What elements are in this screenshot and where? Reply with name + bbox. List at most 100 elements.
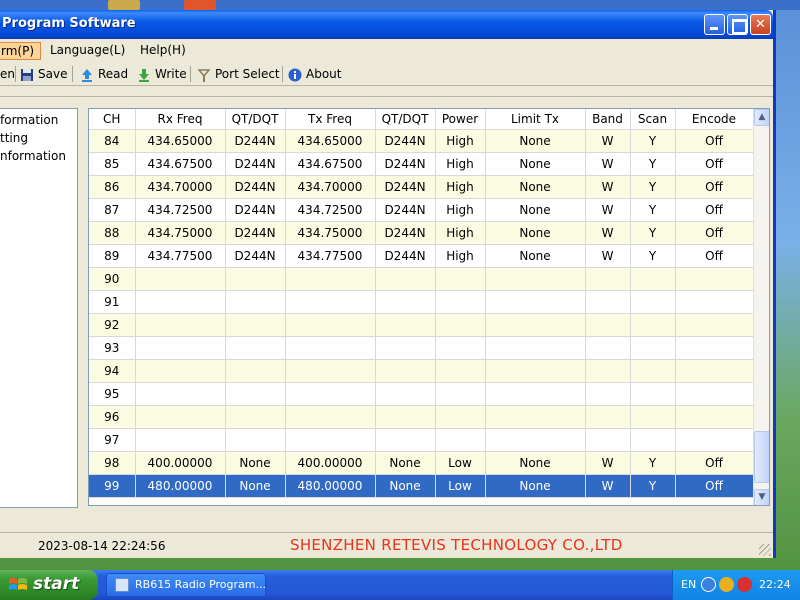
table-row[interactable]: 84 434.65000 D244N 434.65000 D244N High None W Y… [89,129,754,153]
table-cell[interactable] [435,405,486,429]
table-cell[interactable]: 434.77500 [135,244,226,268]
write-button[interactable]: Write [137,65,187,83]
table-cell[interactable] [435,382,486,406]
scroll-down-button[interactable]: ▼ [754,489,769,505]
table-cell[interactable]: W [585,175,631,199]
security-shield-icon[interactable] [719,577,734,592]
table-row[interactable]: 92 [89,313,754,337]
table-cell[interactable] [485,267,586,291]
table-row[interactable]: 96 [89,405,754,429]
table-row[interactable]: 89 434.77500 D244N 434.77500 D244N High None W Y… [89,244,754,268]
table-cell[interactable]: 434.67500 [285,152,376,176]
scroll-thumb[interactable] [754,431,769,483]
table-cell[interactable] [485,313,586,337]
table-row[interactable]: 87 434.72500 D244N 434.72500 D244N High None W Y… [89,198,754,222]
table-cell[interactable]: W [585,152,631,176]
expand-tray-icon[interactable] [701,577,716,592]
table-cell[interactable]: W [585,198,631,222]
table-cell[interactable] [225,428,286,452]
table-cell[interactable] [435,313,486,337]
table-cell[interactable] [285,359,376,383]
table-cell[interactable]: None [225,474,286,498]
table-cell[interactable]: Y [630,451,676,475]
table-cell[interactable]: W [585,474,631,498]
table-cell[interactable]: Off [675,244,754,268]
table-cell[interactable]: 96 [89,405,136,429]
table-cell[interactable]: None [485,198,586,222]
table-cell[interactable] [485,405,586,429]
table-cell[interactable] [675,382,754,406]
table-cell[interactable]: 88 [89,221,136,245]
table-cell[interactable]: 91 [89,290,136,314]
alert-shield-icon[interactable] [737,577,752,592]
column-header[interactable]: QT/DQT [375,109,436,130]
table-cell[interactable] [675,428,754,452]
table-cell[interactable]: D244N [225,244,286,268]
table-cell[interactable] [135,313,226,337]
table-row[interactable]: 88 434.75000 D244N 434.75000 D244N High None W Y… [89,221,754,245]
table-cell[interactable]: D244N [375,175,436,199]
vertical-scrollbar[interactable]: ▲ ▼ [753,109,769,505]
table-cell[interactable] [375,336,436,360]
table-cell[interactable]: Off [675,474,754,498]
table-cell[interactable] [435,428,486,452]
table-row[interactable]: 85 434.67500 D244N 434.67500 D244N High None W Y… [89,152,754,176]
table-cell[interactable] [135,290,226,314]
table-cell[interactable]: 87 [89,198,136,222]
table-cell[interactable]: 434.72500 [135,198,226,222]
table-cell[interactable] [225,405,286,429]
resize-grip-icon[interactable] [759,544,771,556]
table-cell[interactable] [485,336,586,360]
table-cell[interactable] [630,405,676,429]
table-cell[interactable]: 99 [89,474,136,498]
table-cell[interactable] [630,267,676,291]
title-bar[interactable]: Program Software ✕ [0,10,773,39]
table-cell[interactable] [585,382,631,406]
table-cell[interactable]: Y [630,198,676,222]
table-cell[interactable]: None [375,474,436,498]
table-cell[interactable] [630,428,676,452]
table-cell[interactable] [675,290,754,314]
table-cell[interactable] [135,382,226,406]
table-cell[interactable] [285,382,376,406]
tree-item-channel-information[interactable]: nformation [0,147,66,165]
table-cell[interactable]: Off [675,175,754,199]
table-cell[interactable]: None [485,152,586,176]
table-cell[interactable]: 97 [89,428,136,452]
scroll-up-button[interactable]: ▲ [754,109,769,126]
maximize-button[interactable] [727,14,748,35]
table-cell[interactable]: 85 [89,152,136,176]
minimize-button[interactable] [704,14,725,35]
table-cell[interactable]: 434.77500 [285,244,376,268]
table-cell[interactable] [585,267,631,291]
table-cell[interactable] [585,290,631,314]
table-cell[interactable] [585,428,631,452]
table-row[interactable]: 86 434.70000 D244N 434.70000 D244N High None W Y… [89,175,754,199]
table-cell[interactable] [585,359,631,383]
table-cell[interactable]: Y [630,221,676,245]
table-cell[interactable]: Off [675,152,754,176]
open-button[interactable]: en [0,65,15,83]
table-cell[interactable] [375,267,436,291]
table-cell[interactable]: 434.70000 [135,175,226,199]
table-cell[interactable]: None [485,175,586,199]
table-cell[interactable] [135,267,226,291]
table-row[interactable]: 93 [89,336,754,360]
table-cell[interactable] [485,428,586,452]
table-cell[interactable] [225,313,286,337]
table-cell[interactable] [675,405,754,429]
table-cell[interactable] [375,290,436,314]
table-cell[interactable]: Y [630,129,676,153]
table-row[interactable]: 97 [89,428,754,452]
table-cell[interactable] [585,313,631,337]
table-cell[interactable]: D244N [225,221,286,245]
table-cell[interactable] [285,428,376,452]
table-cell[interactable]: 434.65000 [285,129,376,153]
table-cell[interactable]: W [585,129,631,153]
table-cell[interactable]: 95 [89,382,136,406]
table-cell[interactable]: 86 [89,175,136,199]
start-button[interactable]: start [0,570,98,600]
column-header[interactable]: Rx Freq [135,109,226,130]
desktop-icon[interactable] [108,0,140,10]
table-cell[interactable]: High [435,175,486,199]
